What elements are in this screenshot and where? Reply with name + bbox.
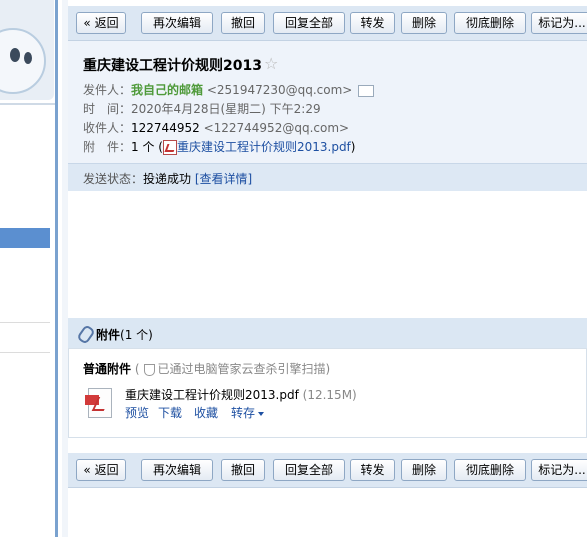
- forward-button[interactable]: 转发: [350, 12, 395, 34]
- scan-note-open: (: [134, 362, 140, 376]
- star-icon[interactable]: ☆: [264, 54, 278, 73]
- status-label: 发送状态：: [83, 172, 144, 186]
- attachment-file-size: (12.15M): [302, 388, 357, 402]
- sidebar-divider: [0, 103, 55, 105]
- attachment-title: 附件: [96, 328, 121, 342]
- mark-as-button[interactable]: 标记为...: [531, 459, 587, 481]
- sender-label: 发件人：: [83, 83, 132, 97]
- delete-button[interactable]: 删除: [401, 12, 447, 34]
- attachment-link[interactable]: 重庆建设工程计价规则2013.pdf: [177, 140, 351, 154]
- penguin-eye: [10, 48, 20, 62]
- sender-email: <251947230@qq.com>: [206, 83, 353, 97]
- scan-note: 已通过电脑管家云查杀引擎扫描): [157, 362, 331, 376]
- sender-row: 发件人：我自己的邮箱 <251947230@qq.com>: [83, 81, 375, 98]
- preview-link[interactable]: 预览: [125, 404, 149, 421]
- send-status-bar: 发送状态：投递成功 [查看详情]: [68, 163, 587, 191]
- bottom-toolbar: « 返回 再次编辑 撤回 回复全部 转发 删除 彻底删除 标记为...: [68, 453, 587, 488]
- reedit-button[interactable]: 再次编辑: [141, 459, 213, 481]
- qq-mail-logo: [0, 0, 54, 100]
- send-status: 发送状态：投递成功 [查看详情]: [83, 170, 252, 187]
- normal-attachment-heading: 普通附件 ( 已通过电脑管家云查杀引擎扫描): [83, 360, 330, 377]
- reply-all-button[interactable]: 回复全部: [273, 459, 345, 481]
- time-label: 时 间：: [83, 102, 132, 116]
- save-to-dropdown[interactable]: 转存: [231, 404, 265, 421]
- time-value: 2020年4月28日(星期二) 下午2:29: [131, 102, 321, 116]
- sender-name[interactable]: 我自己的邮箱: [131, 83, 203, 97]
- pdf-file-icon[interactable]: [85, 388, 112, 418]
- back-button[interactable]: « 返回: [76, 12, 126, 34]
- recipient-email: <122744952@qq.com>: [203, 121, 350, 135]
- normal-attachment-label: 普通附件: [83, 362, 132, 376]
- attachment-row: 附 件：1 个 ( 重庆建设工程计价规则2013.pdf): [83, 138, 355, 155]
- status-value: 投递成功: [143, 172, 192, 186]
- attachment-close: ): [350, 140, 356, 154]
- forward-button[interactable]: 转发: [350, 459, 395, 481]
- attachment-file-name[interactable]: 重庆建设工程计价规则2013.pdf: [125, 388, 299, 402]
- download-link[interactable]: 下载: [158, 404, 182, 421]
- view-details-link[interactable]: [查看详情]: [195, 172, 252, 186]
- delete-button[interactable]: 删除: [401, 459, 447, 481]
- attachment-file: 重庆建设工程计价规则2013.pdf (12.15M): [125, 386, 357, 403]
- attachment-panel-title: 附件(1 个): [96, 326, 153, 343]
- sidebar-item-selected[interactable]: [0, 228, 50, 248]
- attachment-count: 1 个 (: [131, 140, 163, 154]
- sidebar-divider: [0, 352, 50, 353]
- pane-splitter[interactable]: [55, 0, 58, 537]
- shield-icon: [143, 363, 155, 376]
- top-toolbar: « 返回 再次编辑 撤回 回复全部 转发 删除 彻底删除 标记为...: [68, 6, 587, 41]
- time-row: 时 间：2020年4月28日(星期二) 下午2:29: [83, 100, 321, 117]
- recall-button[interactable]: 撤回: [221, 459, 265, 481]
- collect-link[interactable]: 收藏: [194, 404, 218, 421]
- back-button[interactable]: « 返回: [76, 459, 126, 481]
- chevron-down-icon: [258, 411, 265, 416]
- attachment-label: 附 件：: [83, 140, 132, 154]
- penguin-eye: [24, 52, 32, 64]
- recipient-label: 收件人：: [83, 121, 132, 135]
- qq-penguin-icon: [0, 28, 46, 94]
- attachment-total: (1 个): [120, 328, 153, 342]
- mail-subject: 重庆建设工程计价规则2013: [83, 58, 262, 74]
- mark-as-button[interactable]: 标记为...: [531, 12, 587, 34]
- recipient-name[interactable]: 122744952: [131, 121, 200, 135]
- contact-card-icon[interactable]: [358, 84, 375, 97]
- left-sidebar: [0, 0, 55, 537]
- sidebar-divider: [0, 322, 50, 323]
- recipient-row: 收件人：122744952 <122744952@qq.com>: [83, 119, 349, 136]
- save-to-label: 转存: [231, 406, 256, 420]
- reedit-button[interactable]: 再次编辑: [141, 12, 213, 34]
- reply-all-button[interactable]: 回复全部: [273, 12, 345, 34]
- delete-forever-button[interactable]: 彻底删除: [454, 12, 526, 34]
- recall-button[interactable]: 撤回: [221, 12, 265, 34]
- pdf-icon: [162, 140, 177, 155]
- delete-forever-button[interactable]: 彻底删除: [454, 459, 526, 481]
